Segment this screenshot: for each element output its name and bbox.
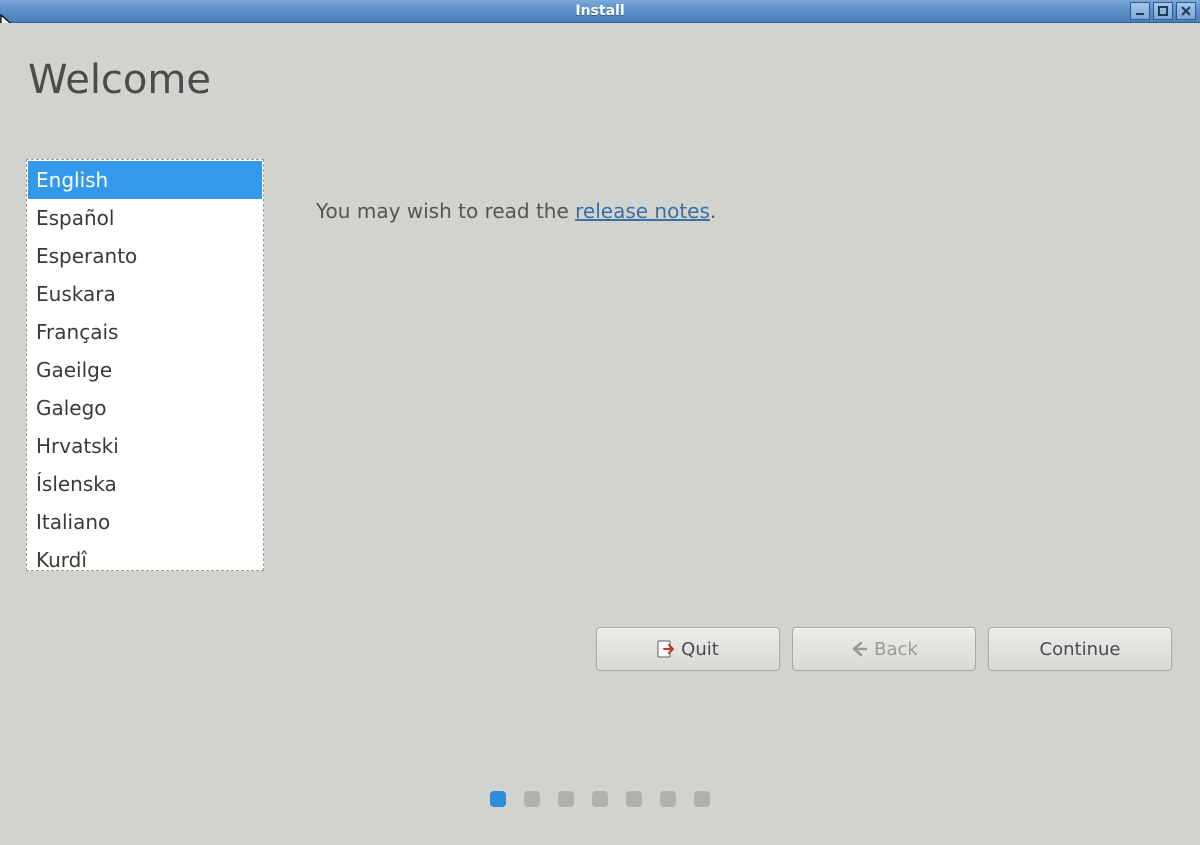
language-option[interactable]: Kurdî — [28, 541, 262, 569]
language-option[interactable]: Galego — [28, 389, 262, 427]
maximize-icon — [1158, 6, 1168, 16]
window-title: Install — [575, 3, 624, 19]
release-notes-prefix: You may wish to read the — [316, 199, 575, 223]
action-button-row: Quit Back Continue — [596, 627, 1172, 671]
language-option[interactable]: Français — [28, 313, 262, 351]
progress-dot — [592, 791, 608, 807]
window-body: Welcome EnglishEspañolEsperantoEuskaraFr… — [0, 23, 1200, 845]
language-option[interactable]: Esperanto — [28, 237, 262, 275]
maximize-button[interactable] — [1153, 2, 1173, 20]
language-list[interactable]: EnglishEspañolEsperantoEuskaraFrançaisGa… — [26, 159, 264, 571]
minimize-button[interactable] — [1130, 2, 1150, 20]
language-option[interactable]: Hrvatski — [28, 427, 262, 465]
language-option[interactable]: Íslenska — [28, 465, 262, 503]
continue-label: Continue — [1040, 639, 1121, 660]
progress-dot — [626, 791, 642, 807]
language-option[interactable]: English — [28, 161, 262, 199]
progress-dot — [490, 791, 506, 807]
back-arrow-icon — [850, 640, 868, 658]
continue-button[interactable]: Continue — [988, 627, 1172, 671]
progress-dot — [524, 791, 540, 807]
window-titlebar: Install — [0, 0, 1200, 23]
language-option[interactable]: Italiano — [28, 503, 262, 541]
language-option[interactable]: Euskara — [28, 275, 262, 313]
release-notes-suffix: . — [710, 199, 716, 223]
close-icon — [1181, 6, 1191, 16]
language-option[interactable]: Gaeilge — [28, 351, 262, 389]
progress-dot — [660, 791, 676, 807]
back-button[interactable]: Back — [792, 627, 976, 671]
page-heading: Welcome — [28, 57, 211, 103]
close-button[interactable] — [1176, 2, 1196, 20]
release-notes-link[interactable]: release notes — [575, 199, 710, 223]
release-notes-text: You may wish to read the release notes. — [316, 199, 716, 223]
back-label: Back — [874, 639, 918, 660]
progress-dots — [490, 791, 710, 807]
progress-dot — [558, 791, 574, 807]
quit-label: Quit — [681, 639, 719, 660]
window-controls — [1130, 2, 1196, 20]
quit-icon — [657, 640, 675, 658]
minimize-icon — [1135, 6, 1145, 16]
quit-button[interactable]: Quit — [596, 627, 780, 671]
progress-dot — [694, 791, 710, 807]
language-option[interactable]: Español — [28, 199, 262, 237]
